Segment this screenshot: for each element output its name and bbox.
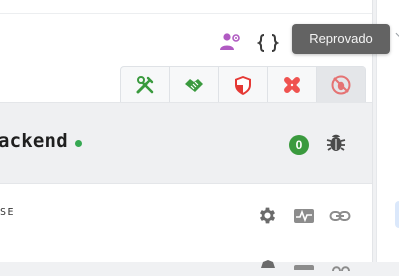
bug-off-icon <box>331 75 351 95</box>
link-icon[interactable] <box>331 258 351 276</box>
tab-security[interactable] <box>219 67 268 103</box>
status-indicator <box>75 140 82 147</box>
bug-icon[interactable] <box>325 131 347 160</box>
issue-count-badge: 0 <box>289 135 309 155</box>
gear-icon[interactable] <box>259 255 277 273</box>
right-panel-chip[interactable] <box>395 201 399 228</box>
service-name[interactable]: ackend <box>0 130 68 152</box>
gear-icon[interactable] <box>257 205 278 231</box>
tab-strip <box>120 66 366 103</box>
tab-tools[interactable] <box>121 67 170 103</box>
row-label: SE <box>0 207 16 218</box>
shield-icon <box>235 76 251 95</box>
top-divider <box>0 13 372 14</box>
tooltip: Reprovado <box>292 24 390 54</box>
chevron-down-icon[interactable] <box>395 28 399 39</box>
link-icon[interactable] <box>329 207 351 230</box>
user-gear-icon[interactable] <box>219 32 241 57</box>
tab-health[interactable] <box>268 67 317 103</box>
activity-icon[interactable] <box>293 207 315 230</box>
curly-braces-icon[interactable] <box>256 33 280 58</box>
tab-handshake[interactable] <box>170 67 219 103</box>
handshake-icon <box>185 79 203 92</box>
bandage-icon <box>284 77 300 93</box>
tab-bugs[interactable] <box>317 67 365 103</box>
activity-icon[interactable] <box>294 257 314 275</box>
tools-icon <box>136 76 154 94</box>
